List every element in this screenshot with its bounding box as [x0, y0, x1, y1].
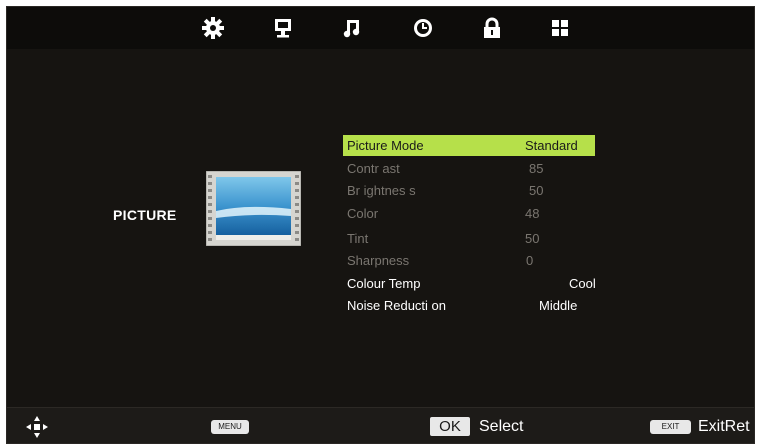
menu-item-label: Colour Temp: [347, 275, 421, 291]
grid-icon[interactable]: [547, 15, 573, 41]
bottom-hint-bar: MENU OK Select EXIT ExitRet: [7, 407, 754, 443]
menu-item-sharpness: Sharpness 0: [343, 250, 605, 271]
lock-icon[interactable]: [479, 15, 505, 41]
menu-item-value: 0: [526, 253, 534, 268]
gear-icon[interactable]: [200, 15, 226, 41]
music-note-icon[interactable]: [339, 15, 365, 41]
menu-item-label: Contr ast: [347, 160, 400, 176]
menu-item-value: 50: [529, 183, 544, 198]
menu-item-colour-temp[interactable]: Colour Temp Cool: [343, 273, 605, 294]
menu-item-value: 50: [525, 230, 540, 246]
menu-item-label: Picture Mode: [347, 138, 424, 153]
top-navigation-bar: [7, 7, 754, 49]
menu-item-label: Sharpness: [347, 253, 410, 268]
menu-item-noise-reducti-on[interactable]: Noise Reducti on Middle: [343, 295, 605, 316]
navigate-arrows-icon: [25, 415, 49, 439]
picture-settings-menu: Picture Mode Standard Contr ast 85 Br ightne…: [343, 135, 605, 318]
menu-item-tint: Tint 50: [343, 228, 605, 249]
menu-item-label: Tint: [347, 230, 369, 246]
exit-key[interactable]: EXIT: [650, 420, 691, 434]
menu-item-label: Color: [347, 205, 379, 221]
tv-osd-screen: PICTURE Picture Mode Standard Contr ast …: [6, 6, 755, 444]
ok-key[interactable]: OK: [430, 417, 470, 436]
exit-hint-label: ExitRet: [698, 418, 750, 435]
menu-item-contr-ast: Contr ast 85: [343, 158, 605, 179]
menu-item-picture-mode[interactable]: Picture Mode Standard: [343, 135, 595, 156]
menu-item-value: Cool: [569, 275, 596, 291]
menu-item-value: 85: [529, 160, 544, 176]
section-label: PICTURE: [113, 207, 177, 223]
monitor-icon[interactable]: [270, 15, 296, 41]
menu-item-value: Middle: [539, 298, 578, 313]
menu-key[interactable]: MENU: [211, 420, 249, 434]
menu-item-color: Color 48: [343, 203, 605, 224]
menu-item-br-ightnes-s: Br ightnes s 50: [343, 180, 605, 201]
menu-item-value: 48: [525, 205, 540, 221]
menu-item-label: Noise Reducti on: [347, 298, 446, 313]
menu-item-value: Standard: [525, 138, 578, 153]
picture-thumbnail-icon: [205, 170, 302, 247]
menu-item-label: Br ightnes s: [347, 183, 416, 198]
clock-icon[interactable]: [410, 15, 436, 41]
select-hint-label: Select: [479, 418, 524, 435]
